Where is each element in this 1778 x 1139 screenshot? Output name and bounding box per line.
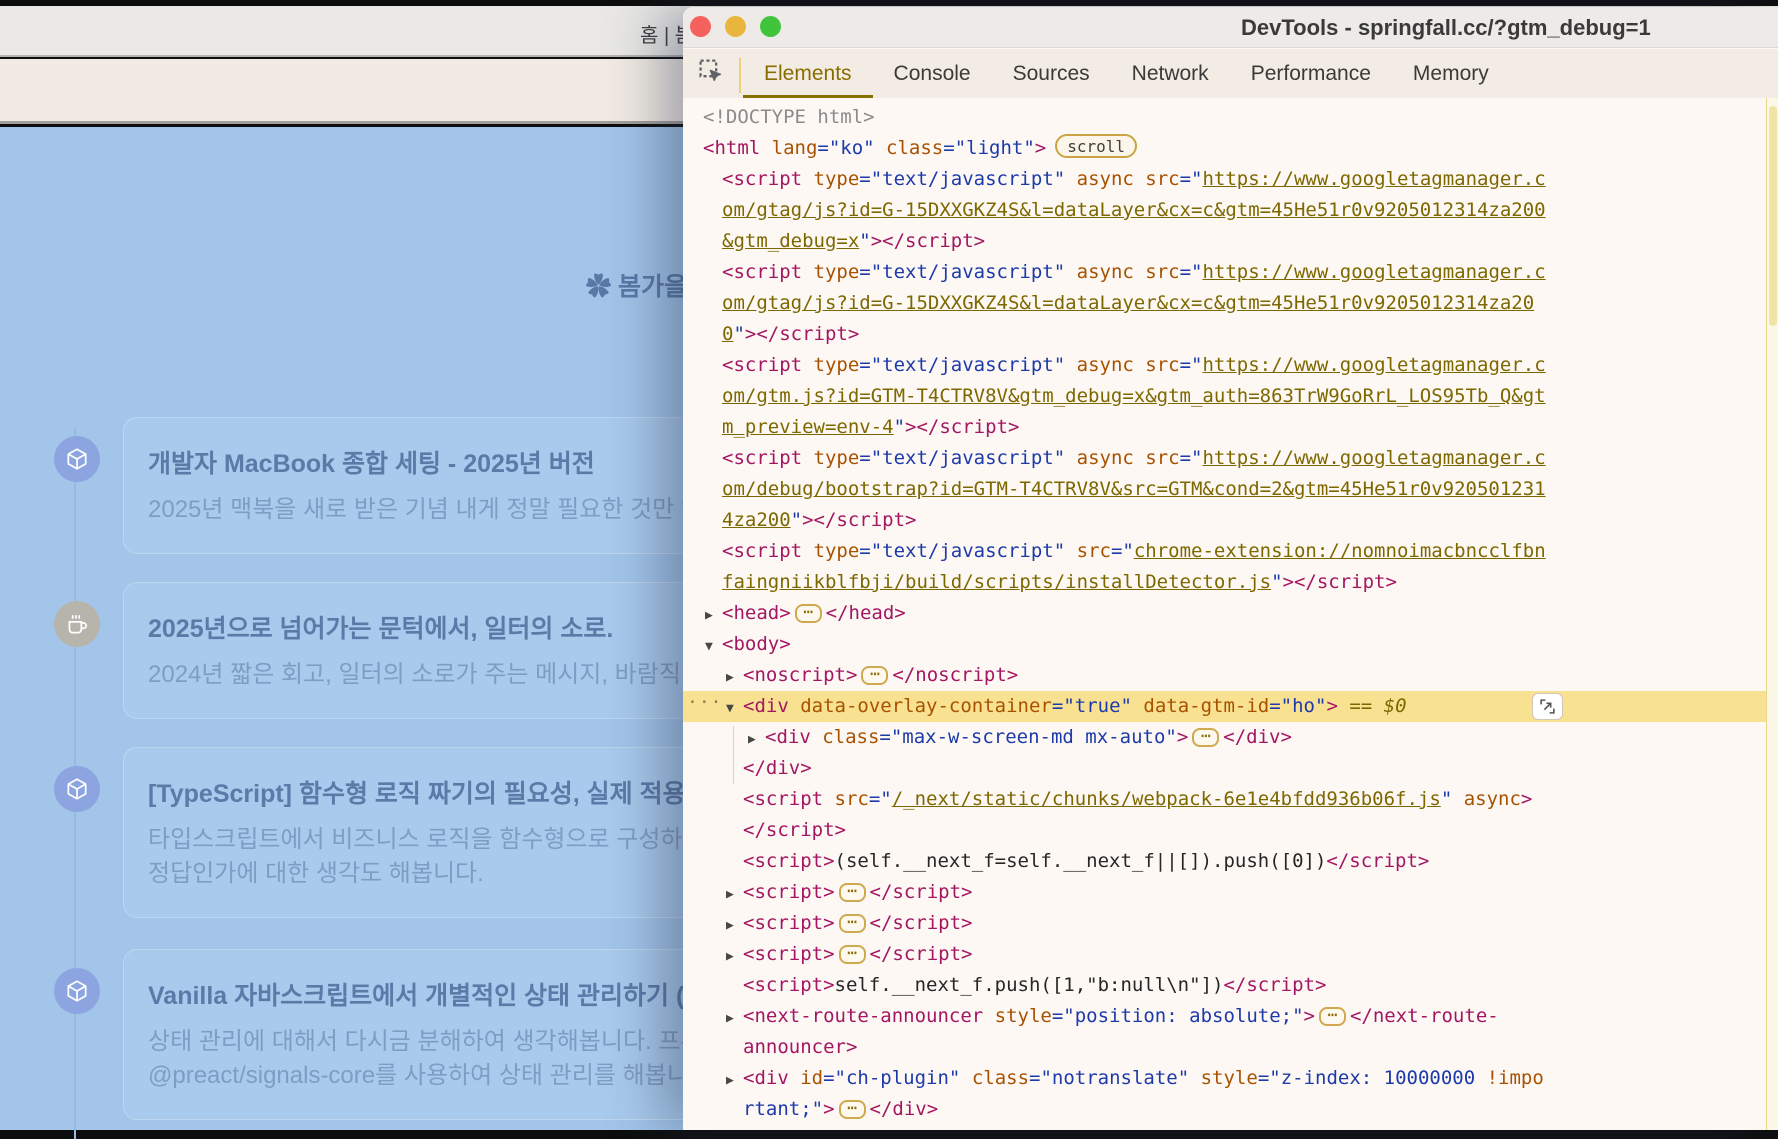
devtools-tabbar: ElementsConsoleSourcesNetworkPerformance… — [683, 49, 1778, 98]
tab-network[interactable]: Network — [1111, 49, 1230, 98]
ellipsis-badge[interactable]: ⋯ — [1319, 1007, 1346, 1026]
dom-tree-node[interactable]: </div> — [683, 753, 1766, 784]
dom-tree-node[interactable]: om/gtag/js?id=G-15DXXGKZ4S&l=dataLayer&c… — [683, 288, 1766, 319]
expand-arrow-icon[interactable]: ▶ — [726, 941, 743, 972]
inspect-cursor-icon — [698, 58, 725, 90]
dom-tree-node[interactable]: <script type="text/javascript" async src… — [683, 443, 1766, 474]
dom-tree-node[interactable]: <script>self.__next_f.push([1,"b:null\n"… — [683, 970, 1766, 1001]
devtools-window-title: DevTools - springfall.cc/?gtm_debug=1 — [1241, 15, 1651, 41]
ellipsis-badge[interactable]: ⋯ — [839, 883, 866, 902]
ellipsis-badge[interactable]: ⋯ — [861, 666, 888, 685]
dom-tree-node[interactable]: om/debug/bootstrap?id=GTM-T4CTRV8V&src=G… — [683, 474, 1766, 505]
expand-arrow-icon[interactable]: ▶ — [748, 724, 765, 755]
dom-tree-node[interactable]: ▶<script>⋯</script> — [683, 908, 1766, 939]
package-icon — [54, 766, 100, 812]
dom-tree-node[interactable]: ▶<script>⋯</script> — [683, 939, 1766, 970]
expand-arrow-icon[interactable]: ▶ — [705, 600, 722, 631]
scroll-into-view-icon[interactable] — [1532, 693, 1563, 720]
expand-arrow-icon[interactable]: ▶ — [726, 910, 743, 941]
zoom-button[interactable] — [760, 16, 781, 37]
site-title[interactable]: ✿ 봄가을 — [586, 267, 687, 303]
ellipsis-badge[interactable]: ⋯ — [839, 1100, 866, 1119]
expand-arrow-icon[interactable]: ▶ — [726, 662, 743, 693]
minimize-button[interactable] — [725, 16, 746, 37]
dom-tree-node[interactable]: faingniikblfbji/build/scripts/installDet… — [683, 567, 1766, 598]
dom-tree-node[interactable]: om/gtm.js?id=GTM-T4CTRV8V&gtm_debug=x&gt… — [683, 381, 1766, 412]
collapse-arrow-icon[interactable]: ▼ — [705, 631, 722, 662]
ellipsis-badge[interactable]: ⋯ — [839, 914, 866, 933]
tab-memory[interactable]: Memory — [1392, 49, 1510, 98]
ellipsis-badge[interactable]: ⋯ — [795, 604, 822, 623]
expand-arrow-icon[interactable]: ▶ — [726, 1003, 743, 1034]
dom-tree-node[interactable]: m_preview=env-4"></script> — [683, 412, 1766, 443]
dom-tree-node[interactable]: ▶<next-route-announcer style="position: … — [683, 1001, 1766, 1032]
dom-tree-node[interactable]: <!DOCTYPE html> — [683, 102, 1766, 133]
dom-tree-node[interactable]: 4za200"></script> — [683, 505, 1766, 536]
tab-performance[interactable]: Performance — [1230, 49, 1392, 98]
dom-tree-node[interactable]: &gtm_debug=x"></script> — [683, 226, 1766, 257]
tab-sources[interactable]: Sources — [992, 49, 1111, 98]
devtools-window: DevTools - springfall.cc/?gtm_debug=1 El… — [683, 7, 1778, 1130]
vertical-scrollbar[interactable] — [1766, 98, 1778, 1130]
dom-tree-node[interactable]: 0"></script> — [683, 319, 1766, 350]
dom-tree-node-selected[interactable]: ···▼<div data-overlay-container="true" d… — [683, 691, 1766, 722]
close-button[interactable] — [690, 16, 711, 37]
dom-tree-node[interactable]: announcer> — [683, 1032, 1766, 1063]
dom-tree-node[interactable]: <script src="/_next/static/chunks/webpac… — [683, 784, 1766, 815]
dom-tree-node[interactable]: <script type="text/javascript" async src… — [683, 350, 1766, 381]
elements-dom-tree[interactable]: <!DOCTYPE html><html lang="ko" class="li… — [683, 98, 1766, 1130]
dom-tree-node[interactable]: rtant;">⋯</div> — [683, 1094, 1766, 1125]
dom-tree-node[interactable]: ▶<div class="max-w-screen-md mx-auto">⋯<… — [683, 722, 1766, 753]
dom-tree-node[interactable]: <script>(self.__next_f=self.__next_f||[]… — [683, 846, 1766, 877]
scroll-badge[interactable]: scroll — [1055, 134, 1137, 158]
package-icon — [54, 968, 100, 1014]
inspect-element-button[interactable] — [683, 49, 739, 98]
expand-arrow-icon[interactable]: ▶ — [726, 1065, 743, 1096]
dom-tree-node[interactable]: <script type="text/javascript" async src… — [683, 164, 1766, 195]
ellipsis-badge[interactable]: ⋯ — [1192, 728, 1219, 747]
dom-tree-node[interactable]: ▶<noscript>⋯</noscript> — [683, 660, 1766, 691]
devtools-titlebar[interactable]: DevTools - springfall.cc/?gtm_debug=1 — [683, 7, 1778, 48]
tab-elements[interactable]: Elements — [743, 49, 873, 98]
dom-tree-node[interactable]: <script type="text/javascript" src="chro… — [683, 536, 1766, 567]
scrollbar-thumb[interactable] — [1769, 106, 1777, 326]
node-menu-dots-icon[interactable]: ··· — [687, 687, 723, 718]
panel-tabs: ElementsConsoleSourcesNetworkPerformance… — [743, 49, 1510, 98]
dom-tree-node[interactable]: ▼<body> — [683, 629, 1766, 660]
dom-tree-node[interactable]: <script type="text/javascript" async src… — [683, 257, 1766, 288]
dom-tree-node[interactable]: ▶<div id="ch-plugin" class="notranslate"… — [683, 1063, 1766, 1094]
tab-console[interactable]: Console — [873, 49, 992, 98]
tabbar-divider — [739, 58, 741, 93]
ellipsis-badge[interactable]: ⋯ — [839, 945, 866, 964]
dom-tree-node[interactable]: ▶<head>⋯</head> — [683, 598, 1766, 629]
dom-tree-node[interactable]: om/gtag/js?id=G-15DXXGKZ4S&l=dataLayer&c… — [683, 195, 1766, 226]
collapse-arrow-icon[interactable]: ▼ — [726, 693, 743, 724]
dom-tree-node[interactable]: <html lang="ko" class="light">scroll — [683, 133, 1766, 164]
dom-tree-node[interactable]: </script> — [683, 815, 1766, 846]
coffee-icon — [54, 601, 100, 647]
dom-tree-node[interactable]: ▶<script>⋯</script> — [683, 877, 1766, 908]
package-icon — [54, 436, 100, 482]
expand-arrow-icon[interactable]: ▶ — [726, 879, 743, 910]
